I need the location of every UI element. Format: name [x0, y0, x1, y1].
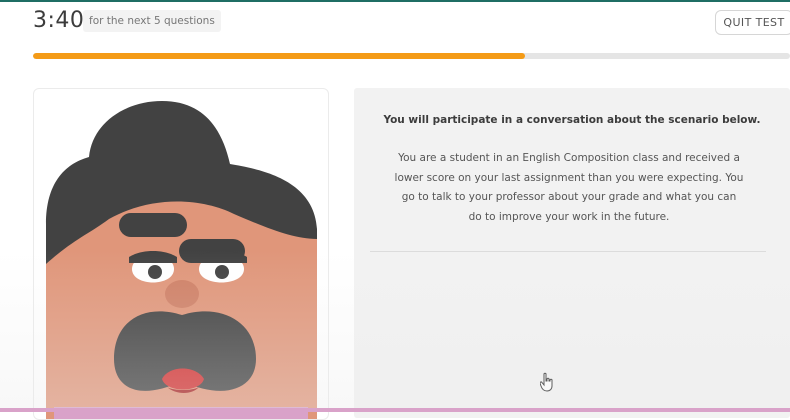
bottom-strip — [0, 408, 790, 412]
progress-fill — [33, 53, 526, 59]
avatar-card — [33, 88, 329, 420]
scenario-panel: You will participate in a conversation a… — [354, 88, 790, 418]
hand-cursor-icon — [540, 372, 553, 392]
professor-avatar — [46, 101, 317, 419]
scenario-heading: You will participate in a conversation a… — [383, 114, 761, 126]
top-rule — [0, 0, 790, 2]
progress-bar — [33, 53, 790, 59]
divider — [370, 251, 766, 252]
scenario-text: You are a student in an English Composit… — [394, 152, 744, 223]
timer-note: for the next 5 questions — [83, 10, 221, 32]
quit-test-button[interactable]: QUIT TEST — [715, 10, 790, 35]
countdown-timer: 3:40 — [33, 8, 85, 33]
